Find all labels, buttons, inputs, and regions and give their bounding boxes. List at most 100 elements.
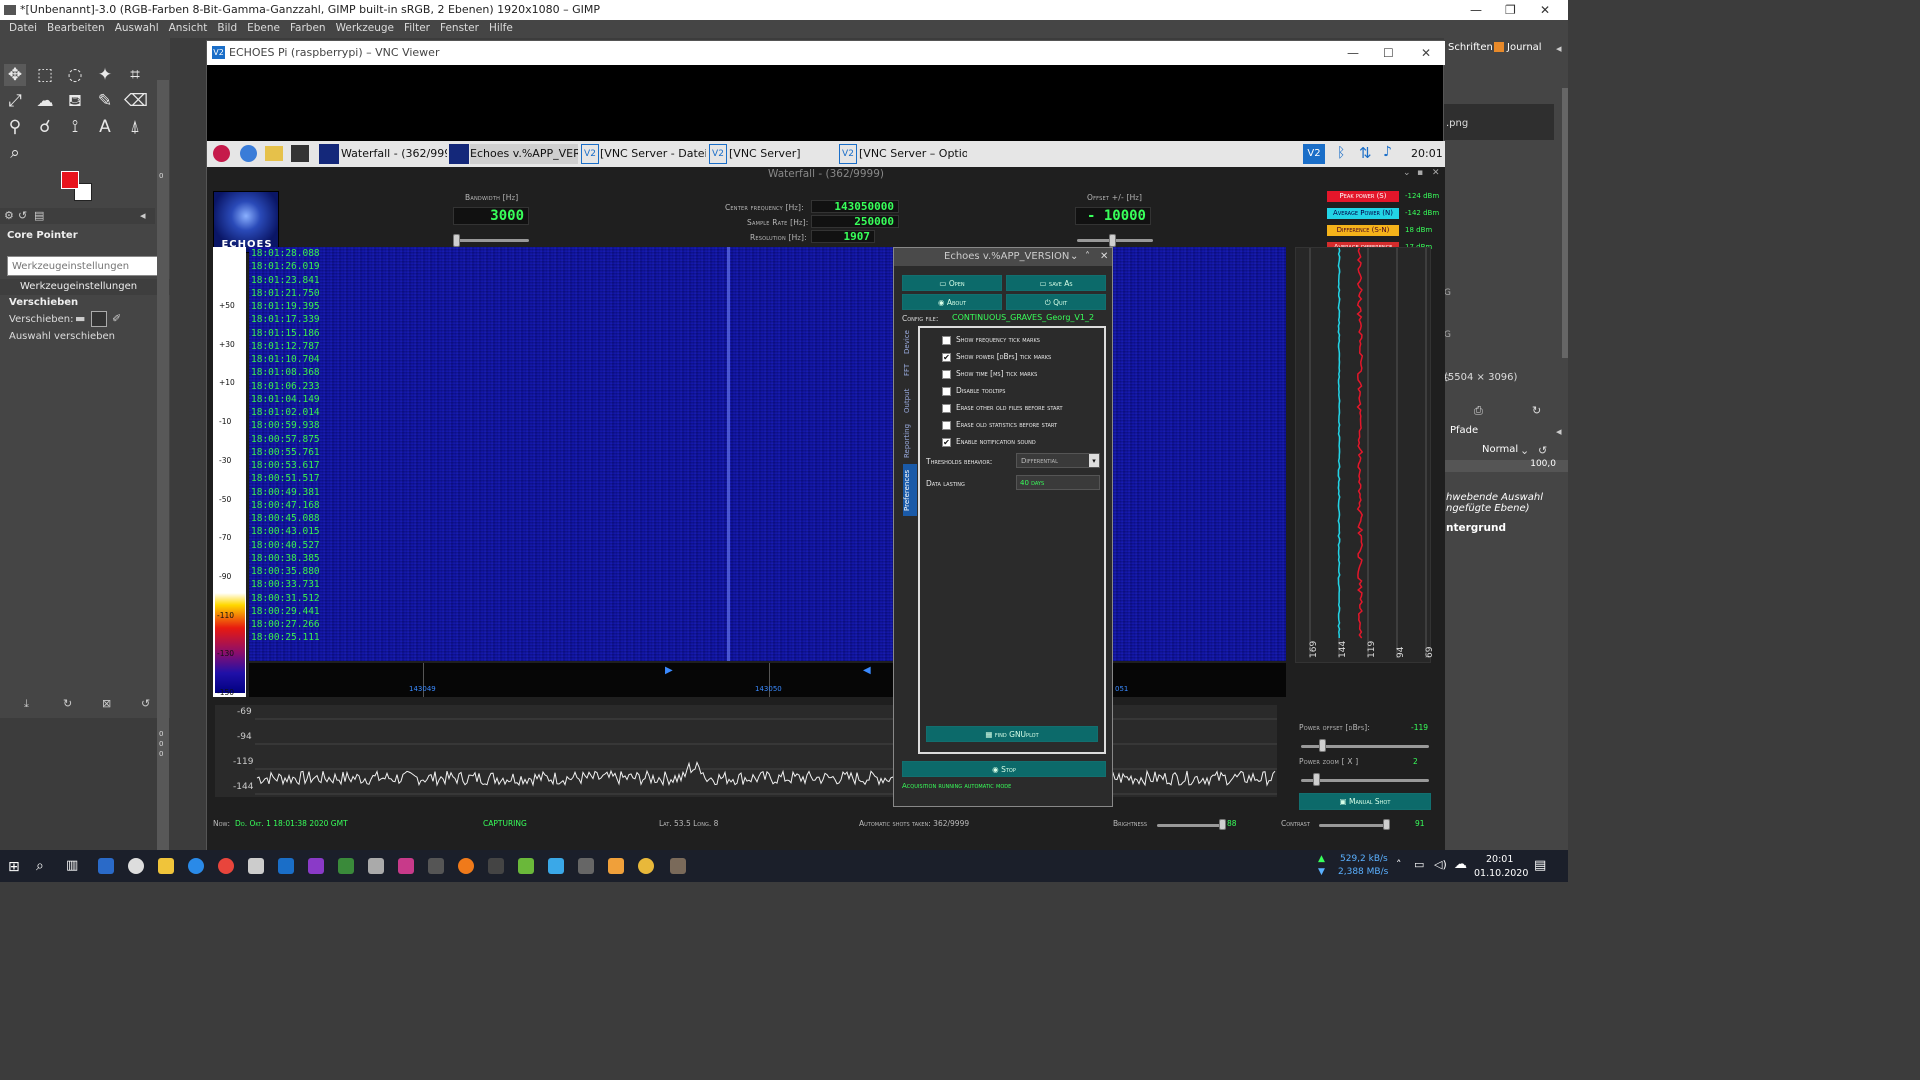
- zoom-tool-icon[interactable]: ⌕: [4, 142, 26, 164]
- warp-icon[interactable]: ☁: [34, 90, 56, 112]
- tool-options-tab-icon[interactable]: ⚙: [4, 209, 14, 222]
- contrast-slider[interactable]: [1319, 824, 1387, 827]
- move-mode-layer-icon[interactable]: ▬: [75, 312, 89, 326]
- bandwidth-marker-right-icon[interactable]: ◀: [863, 665, 871, 676]
- volume-icon[interactable]: ♪: [1383, 144, 1392, 160]
- tab-device[interactable]: Device: [903, 328, 917, 356]
- taskbar-app-icon[interactable]: [518, 858, 534, 874]
- chrome-icon[interactable]: [218, 858, 234, 874]
- open-button[interactable]: ▭ Open: [902, 275, 1002, 291]
- cloud-tray-icon[interactable]: ☁: [1454, 857, 1467, 872]
- taskbar-app-icon[interactable]: [308, 858, 324, 874]
- show-frequency-ticks-checkbox[interactable]: [942, 336, 951, 345]
- calculator-icon[interactable]: [578, 858, 594, 874]
- bluetooth-icon[interactable]: ᛒ: [1337, 145, 1345, 161]
- menu-datei[interactable]: Datei: [4, 20, 42, 38]
- offset-slider-knob[interactable]: [1109, 234, 1116, 247]
- taskbar-app-icon[interactable]: [368, 858, 384, 874]
- tab-reporting[interactable]: Reporting: [903, 420, 917, 462]
- undo-history-tab-icon[interactable]: ↺: [18, 209, 27, 222]
- erase-old-files-checkbox[interactable]: [942, 404, 951, 413]
- minimize-icon[interactable]: —: [1470, 0, 1482, 20]
- taskbar-app-icon[interactable]: [98, 858, 114, 874]
- brightness-knob[interactable]: [1219, 819, 1226, 830]
- power-zoom-knob[interactable]: [1313, 773, 1320, 786]
- bucket-fill-icon[interactable]: ⛾: [64, 90, 86, 112]
- chevron-down-icon[interactable]: ▾: [1089, 454, 1099, 467]
- taskbar-app-icon[interactable]: [638, 858, 654, 874]
- close-icon[interactable]: ✕: [1540, 0, 1550, 20]
- notifications-icon[interactable]: ▤: [1534, 858, 1546, 873]
- paths-tab[interactable]: Pfade: [1450, 425, 1478, 436]
- contrast-knob[interactable]: [1383, 819, 1390, 830]
- save-as-button[interactable]: ▭ save As: [1006, 275, 1106, 291]
- reset-options-icon[interactable]: ↺: [141, 697, 150, 710]
- brightness-slider[interactable]: [1157, 824, 1221, 827]
- thresholds-select[interactable]: Differential ▾: [1016, 453, 1100, 468]
- power-offset-knob[interactable]: [1319, 739, 1326, 752]
- file-explorer-icon[interactable]: [158, 858, 174, 874]
- tab-journal[interactable]: Journal: [1507, 42, 1542, 53]
- tab-preferences[interactable]: Preferences: [903, 464, 917, 516]
- print-icon[interactable]: ⎙: [1474, 404, 1483, 418]
- move-tool-icon[interactable]: ✥: [4, 64, 26, 86]
- task-vnc-file[interactable]: [VNC Server - Dateiüb...: [600, 144, 706, 164]
- data-lasting-spinbox[interactable]: 40 days: [1016, 475, 1100, 490]
- menu-fenster[interactable]: Fenster: [435, 20, 484, 38]
- dock-menu-icon[interactable]: ◂: [1556, 42, 1562, 55]
- lasso-icon[interactable]: ◌: [64, 64, 86, 86]
- task-vnc-options[interactable]: [VNC Server – Option...: [859, 144, 967, 164]
- images-tab-icon[interactable]: ▤: [34, 209, 44, 222]
- save-options-icon[interactable]: ⤓: [24, 697, 29, 711]
- windows-start-icon[interactable]: ⊞: [8, 859, 20, 875]
- show-time-ticks-checkbox[interactable]: [942, 370, 951, 379]
- bandwidth-slider[interactable]: [453, 239, 529, 242]
- fuzzy-select-icon[interactable]: ✦: [94, 64, 116, 86]
- taskbar-app-icon[interactable]: [128, 858, 144, 874]
- bandwidth-slider-knob[interactable]: [453, 234, 460, 247]
- chevron-down-icon[interactable]: ⌄: [1520, 444, 1529, 457]
- dock-menu-icon[interactable]: ◂: [140, 209, 146, 222]
- opacity-field[interactable]: 100,0: [1444, 459, 1568, 472]
- maximize-icon[interactable]: ❐: [1505, 0, 1516, 20]
- smudge-icon[interactable]: ☌: [34, 116, 56, 138]
- refresh-icon[interactable]: ↻: [1532, 404, 1541, 417]
- move-mode-selection-icon[interactable]: [91, 311, 107, 327]
- manual-shot-button[interactable]: ▣ Manual Shot: [1299, 793, 1431, 810]
- close-icon[interactable]: ✕: [1421, 41, 1431, 65]
- search-icon[interactable]: ⌕: [36, 858, 44, 874]
- notification-sound-checkbox[interactable]: ✔: [942, 438, 951, 447]
- tab-fft[interactable]: FFT: [903, 358, 917, 382]
- taskbar-app-icon[interactable]: [188, 858, 204, 874]
- stop-button[interactable]: ◉ Stop: [902, 761, 1106, 777]
- vnc-tray-icon[interactable]: V2: [1303, 144, 1325, 164]
- bandwidth-marker-left-icon[interactable]: ▶: [665, 665, 673, 676]
- quit-button[interactable]: ⏻ Quit: [1006, 294, 1106, 310]
- move-mode-path-icon[interactable]: ✐: [112, 312, 121, 325]
- maximize-icon[interactable]: ☐: [1383, 41, 1394, 65]
- tab-fonts[interactable]: Schriften: [1448, 42, 1493, 53]
- measure-icon[interactable]: ⍋: [124, 116, 146, 138]
- terminal-icon[interactable]: [291, 145, 309, 162]
- rect-select-icon[interactable]: ⬚: [34, 64, 56, 86]
- menu-filter[interactable]: Filter: [399, 20, 435, 38]
- task-echoes[interactable]: Echoes v.%APP_VER...: [470, 144, 578, 164]
- dock-menu-icon[interactable]: ◂: [1556, 425, 1562, 438]
- firefox-icon[interactable]: [458, 858, 474, 874]
- task-view-icon[interactable]: ▥: [66, 858, 78, 873]
- crop-icon[interactable]: ⌗: [124, 64, 146, 86]
- clone-icon[interactable]: ⚲: [4, 116, 26, 138]
- gimp-taskbar-icon[interactable]: [670, 858, 686, 874]
- menu-bild[interactable]: Bild: [212, 20, 242, 38]
- transform-icon[interactable]: ⤢: [4, 90, 26, 112]
- taskbar-app-icon[interactable]: [248, 858, 264, 874]
- erase-old-statistics-checkbox[interactable]: [942, 421, 951, 430]
- chevron-down-icon[interactable]: ⌄: [1070, 248, 1078, 266]
- minimize-icon[interactable]: ⌄: [1403, 168, 1411, 178]
- layer-background-name[interactable]: ntergrund: [1446, 522, 1506, 534]
- disable-tooltips-checkbox[interactable]: [942, 387, 951, 396]
- paths-icon[interactable]: ⟟: [64, 116, 86, 138]
- menu-bearbeiten[interactable]: Bearbeiten: [42, 20, 110, 38]
- layer-mode-select[interactable]: Normal: [1482, 444, 1518, 455]
- text-tool-icon[interactable]: A: [94, 116, 116, 138]
